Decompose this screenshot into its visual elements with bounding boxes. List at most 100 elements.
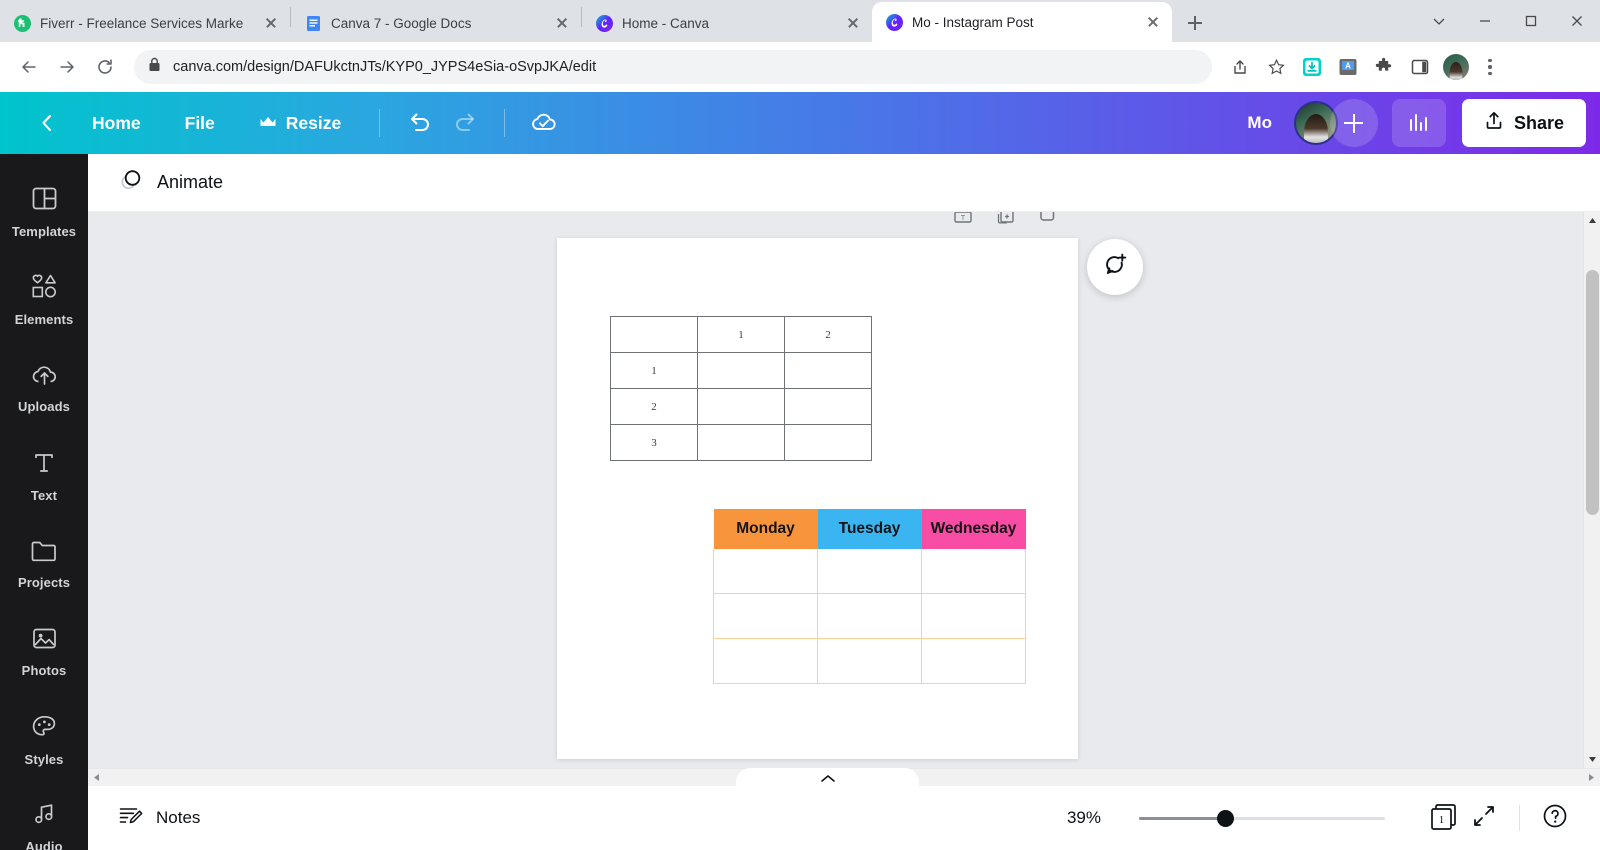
bar-chart-icon [1409,114,1427,131]
table-cell[interactable] [697,424,785,461]
table-cell[interactable]: 2 [784,316,872,353]
reload-icon[interactable] [88,50,122,84]
scroll-right-arrow-icon[interactable] [1583,769,1600,786]
profile-avatar[interactable] [1440,51,1472,83]
table-cell[interactable] [697,388,785,425]
redo-icon[interactable] [442,102,488,144]
table-row[interactable]: 3 [610,424,872,461]
table-row[interactable]: 1 [610,352,872,389]
weekday-header-monday[interactable]: Monday [713,508,818,549]
table-cell[interactable]: 3 [610,424,698,461]
fullscreen-button[interactable] [1461,796,1507,840]
table-cell[interactable]: 2 [610,388,698,425]
help-button[interactable] [1532,796,1578,840]
table-cell[interactable] [713,548,818,594]
sidebar-item-photos[interactable]: Photos [0,608,88,696]
text-box-icon[interactable]: T [952,212,974,228]
scroll-up-arrow-icon[interactable] [1584,212,1600,229]
page-manager-button[interactable]: 1 [1427,802,1461,834]
browser-tab-home-canva[interactable]: Home - Canva [582,4,872,42]
table-row[interactable] [713,638,1026,684]
url-address-bar[interactable]: canva.com/design/DAFUkctnJTs/KYP0_JYPS4e… [134,50,1212,84]
tab-search-chevron-icon[interactable] [1416,0,1462,42]
extensions-puzzle-icon[interactable] [1368,51,1400,83]
chrome-menu-kebab-icon[interactable] [1476,51,1504,83]
maximize-icon[interactable] [1508,0,1554,42]
sidebar-item-templates[interactable]: Templates [0,168,88,256]
table-cell[interactable] [713,638,818,684]
new-tab-button[interactable] [1180,8,1210,38]
url-text: canva.com/design/DAFUkctnJTs/KYP0_JYPS4e… [173,59,597,75]
forward-arrow-icon[interactable] [50,50,84,84]
undo-icon[interactable] [396,102,442,144]
add-collaborator-button[interactable] [1329,99,1378,147]
design-workspace[interactable]: T 1 2 1 2 3 Monday Tuesday Wednesday [88,212,1600,786]
table-cell[interactable]: 1 [697,316,785,353]
workspace-vertical-scrollbar[interactable] [1583,212,1600,768]
close-icon[interactable] [553,14,571,32]
add-comment-button[interactable] [1087,239,1143,295]
notes-button[interactable]: Notes [108,799,210,838]
grammarly-icon[interactable]: A [1332,51,1364,83]
bookmark-star-icon[interactable] [1260,51,1292,83]
weekday-header-tuesday[interactable]: Tuesday [817,508,922,549]
share-button[interactable]: Share [1461,99,1586,147]
close-window-icon[interactable] [1554,0,1600,42]
sidebar-item-projects[interactable]: Projects [0,520,88,608]
side-panel-icon[interactable] [1404,51,1436,83]
vertical-scroll-thumb[interactable] [1586,270,1599,515]
zoom-slider[interactable] [1139,809,1385,827]
browser-tab-instagram-post[interactable]: Mo - Instagram Post [872,2,1172,42]
minimize-icon[interactable] [1462,0,1508,42]
download-manager-icon[interactable] [1296,51,1328,83]
close-icon[interactable] [262,14,280,32]
table-cell[interactable] [784,388,872,425]
table-cell[interactable] [817,638,922,684]
weekday-table[interactable]: Monday Tuesday Wednesday [713,508,1026,684]
weekday-header-wednesday[interactable]: Wednesday [921,508,1026,549]
home-button[interactable]: Home [70,105,163,142]
table-cell[interactable] [697,352,785,389]
duplicate-icon[interactable] [994,212,1016,228]
table-cell[interactable] [784,424,872,461]
file-menu-button[interactable]: File [163,105,237,142]
browser-tab-fiverr[interactable]: Fiverr - Freelance Services Marke [0,4,290,42]
table-cell[interactable] [921,638,1026,684]
numbered-grid-table[interactable]: 1 2 1 2 3 [610,316,872,461]
table-row[interactable] [713,593,1026,639]
insights-button[interactable] [1391,99,1446,147]
design-page[interactable]: 1 2 1 2 3 Monday Tuesday Wednesday [557,238,1078,759]
animate-button[interactable]: Animate [108,161,233,204]
table-cell[interactable] [921,593,1026,639]
rounded-corner-icon[interactable] [1036,212,1058,228]
table-cell[interactable] [817,548,922,594]
share-icon[interactable] [1224,51,1256,83]
table-cell[interactable] [713,593,818,639]
table-row[interactable]: 2 [610,388,872,425]
cloud-check-icon[interactable] [521,102,567,144]
sidebar-item-label: Photos [21,663,67,678]
table-cell[interactable] [921,548,1026,594]
close-icon[interactable] [844,14,862,32]
table-header-row[interactable]: Monday Tuesday Wednesday [713,508,1026,549]
sidebar-item-text[interactable]: Text [0,432,88,520]
close-icon[interactable] [1144,13,1162,31]
notes-pencil-icon [118,805,143,832]
sidebar-item-elements[interactable]: Elements [0,256,88,344]
zoom-slider-knob[interactable] [1217,809,1234,827]
table-cell[interactable] [610,316,698,353]
table-cell[interactable]: 1 [610,352,698,389]
back-arrow-icon[interactable] [12,50,46,84]
sidebar-item-styles[interactable]: Styles [0,696,88,784]
table-cell[interactable] [817,593,922,639]
scroll-left-arrow-icon[interactable] [88,769,105,786]
table-cell[interactable] [784,352,872,389]
sidebar-item-uploads[interactable]: Uploads [0,344,88,432]
sidebar-item-audio[interactable]: Audio [0,784,88,850]
browser-tab-google-docs[interactable]: Canva 7 - Google Docs [291,4,581,42]
table-row[interactable] [713,548,1026,594]
resize-button[interactable]: Resize [237,105,363,142]
chevron-left-icon[interactable] [24,102,70,144]
table-row[interactable]: 1 2 [610,316,872,353]
scroll-down-arrow-icon[interactable] [1584,751,1600,768]
